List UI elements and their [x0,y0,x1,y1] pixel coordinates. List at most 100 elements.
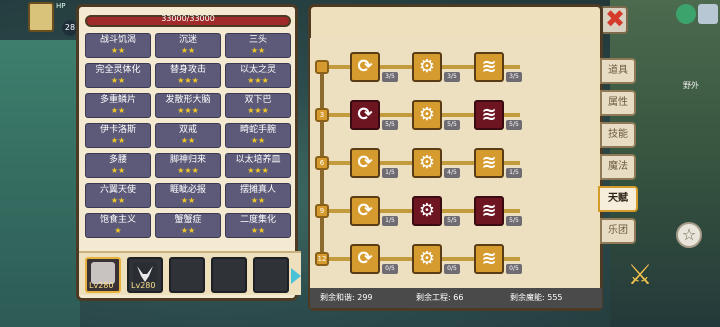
side-tab-4[interactable]: 天赋 [598,186,638,212]
trait-cell[interactable]: 多重鳞片 ★★ [85,93,151,118]
trait-cell[interactable]: 饱食主义 ★ [85,213,151,238]
trait-cell[interactable]: 战斗饥渴 ★★ [85,33,151,58]
talent-node[interactable]: ⚙ [412,196,442,226]
trait-stars: ★★★ [177,76,199,85]
resource-footer: 剩余和谐: 299 剩余工程: 66 剩余魔能: 555 [310,288,602,308]
talent-node[interactable]: ⟳ [350,148,380,178]
talent-node[interactable]: ⟳ [350,196,380,226]
talent-node[interactable]: ⟳ [350,100,380,130]
favorite-star-button[interactable]: ☆ [676,222,702,248]
talent-node[interactable]: ⚙ [412,100,442,130]
talent-count: 5/5 [444,120,460,130]
trait-cell[interactable]: 三头 ★★ [225,33,291,58]
trait-name: 摆摊真人 [239,185,276,195]
trait-stars: ★★ [110,166,126,175]
trait-name: 畸蛇手腕 [239,125,276,135]
trait-stars: ★★★ [247,76,269,85]
talent-count: 1/5 [382,168,398,178]
trait-cell[interactable]: 双下巴 ★★★ [225,93,291,118]
talent-node[interactable]: ≋ [474,244,504,274]
trait-name: 多重鳞片 [99,95,136,105]
side-tab-1[interactable]: 属性 [600,90,636,116]
talent-tree: ⟳ 3/5 ⚙ 3/5 ≋ 3/5 3 ⟳ 5/5 ⚙ 5/5 ≋ 5/5 6 ⟳ 1/5 ⚙ 4/5 ≋ 1/5 9 ⟳… [310,38,596,288]
side-tab-5[interactable]: 乐团 [600,218,636,244]
trait-stars: ★★ [110,46,126,55]
talent-node[interactable]: ⚙ [412,244,442,274]
trait-name: 以太培养皿 [235,155,281,165]
talent-node[interactable]: ⟳ [350,52,380,82]
talent-node[interactable]: ⟳ [350,244,380,274]
trait-name: 替身攻击 [169,65,206,75]
talent-node[interactable]: ≋ [474,196,504,226]
close-button[interactable]: ✖ [600,5,628,34]
talent-count: 5/5 [506,120,522,130]
trait-stars: ★★ [180,196,196,205]
gears-icon: ⚙ [418,152,436,173]
trait-stars: ★★ [110,76,126,85]
trait-stars: ★★★ [177,166,199,175]
network-icon[interactable] [676,4,696,24]
empty-slot[interactable] [169,257,205,293]
talent-count: 1/5 [382,216,398,226]
talent-node[interactable]: ≋ [474,100,504,130]
mail-icon[interactable] [698,4,718,24]
side-tab-0[interactable]: 道具 [600,58,636,84]
tier-level-marker: 12 [315,252,329,266]
talent-count: 3/5 [382,72,398,82]
swirl-icon: ⟳ [357,56,373,77]
talent-node[interactable]: ≋ [474,148,504,178]
trait-name: 战斗饥渴 [99,35,136,45]
talent-node[interactable]: ≋ [474,52,504,82]
talent-count: 0/5 [506,264,522,274]
trait-cell[interactable]: 多腰 ★★ [85,153,151,178]
trait-cell[interactable]: 二度集化 ★★ [225,213,291,238]
empty-slot[interactable] [253,257,289,293]
trait-cell[interactable]: 完全灵体化 ★★ [85,63,151,88]
attack-sword-button[interactable]: ⚔ [620,258,660,298]
talent-count: 3/5 [444,72,460,82]
trait-stars: ★★ [250,226,266,235]
claw-icon: ≋ [481,248,497,269]
engineering-remaining: 剩余工程: 66 [416,293,464,302]
tier-level-marker: 3 [315,108,329,122]
character-slot-row: Lv280 Lv280 [79,251,301,295]
claw-icon: ≋ [481,200,497,221]
trait-name: 完全灵体化 [95,65,141,75]
talent-count: 1/5 [506,168,522,178]
trait-cell[interactable]: 以太培养皿 ★★★ [225,153,291,178]
trait-name: 双戒 [178,125,197,135]
trait-cell[interactable]: 替身攻击 ★★★ [155,63,221,88]
side-tab-2[interactable]: 技能 [600,122,636,148]
trait-cell[interactable]: 伊卡洛斯 ★★ [85,123,151,148]
trait-stars: ★★ [250,196,266,205]
trait-cell[interactable]: 发散形大脑 ★★★ [155,93,221,118]
character-slot[interactable]: Lv280 [127,257,163,293]
empty-slot[interactable] [211,257,247,293]
trait-stars: ★★ [110,136,126,145]
player-avatar[interactable] [28,2,54,32]
trait-cell[interactable]: 六翼天使 ★★ [85,183,151,208]
character-slot[interactable]: Lv280 [85,257,121,293]
talent-count: 0/5 [382,264,398,274]
talent-count: 4/5 [444,168,460,178]
trait-cell[interactable]: 沉迷 ★★ [155,33,221,58]
trait-cell[interactable]: 以太之灵 ★★★ [225,63,291,88]
trait-cell[interactable]: 摆摊真人 ★★ [225,183,291,208]
talent-node[interactable]: ⚙ [412,52,442,82]
trait-stars: ★★★ [177,106,199,115]
trait-cell[interactable]: 脚神归来 ★★★ [155,153,221,178]
talent-node[interactable]: ⚙ [412,148,442,178]
trait-cell[interactable]: 畸蛇手腕 ★★ [225,123,291,148]
trait-name: 睚眦必报 [169,185,206,195]
trait-cell[interactable]: 双戒 ★★ [155,123,221,148]
trait-panel: 33000/33000 战斗饥渴 ★★ 沉迷 ★★ 三头 ★★ 完全灵体化 ★★ 替身攻击 ★★★… [76,4,301,301]
side-tab-3[interactable]: 魔法 [600,154,636,180]
trait-cell[interactable]: 睚眦必报 ★★ [155,183,221,208]
trait-cell[interactable]: 蟹蟹症 ★★ [155,213,221,238]
magic-remaining: 剩余魔能: 555 [510,293,563,302]
trait-name: 六翼天使 [99,185,136,195]
trait-name: 蟹蟹症 [174,215,202,225]
trait-stars: ★★ [250,136,266,145]
next-page-arrow-icon[interactable] [291,268,301,284]
tier-level-marker [315,60,329,74]
